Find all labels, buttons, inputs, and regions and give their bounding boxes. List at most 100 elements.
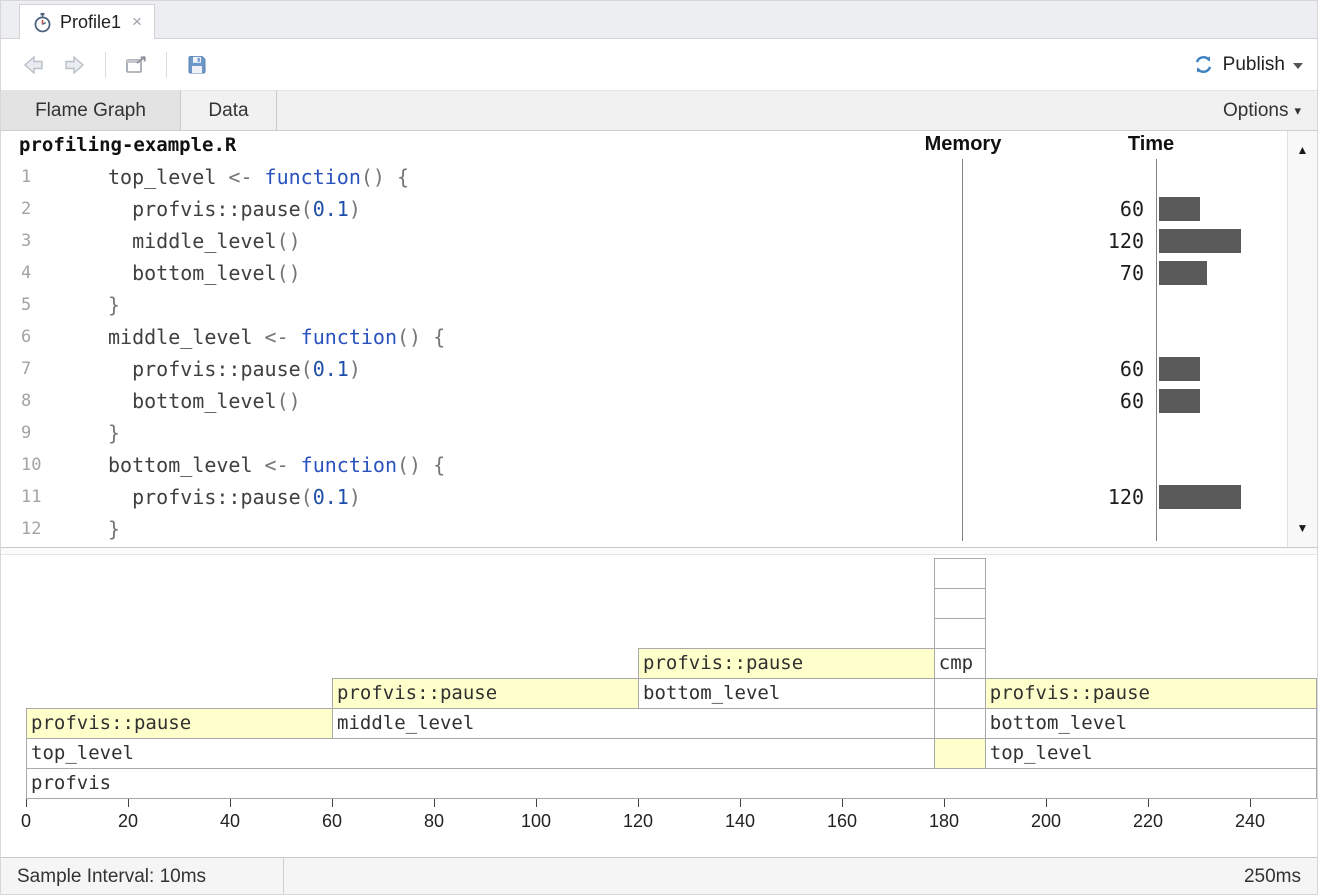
axis-tick-label: 160 [827,811,857,832]
profvis-window: Profile1 × [0,0,1318,895]
code-header: profiling-example.R Memory Time [1,131,1287,161]
options-label: Options [1223,100,1288,122]
tab-title: Profile1 [60,12,121,33]
flame-block[interactable] [934,738,986,769]
axis-tick [638,799,639,807]
code-text: top_level <- function() { [108,161,409,193]
code-line[interactable]: 12} [1,513,1287,545]
toolbar-separator [105,52,106,78]
code-line[interactable]: 1top_level <- function() { [1,161,1287,193]
tab-flame-graph[interactable]: Flame Graph [1,91,181,130]
code-text: middle_level() [108,225,301,257]
line-number: 8 [21,385,31,417]
options-button[interactable]: Options ▾ [1223,91,1301,130]
code-text: profvis::pause(0.1) [108,353,361,385]
time-bar [1159,485,1241,509]
axis-tick-label: 140 [725,811,755,832]
axis-tick-label: 200 [1031,811,1061,832]
axis-tick [1148,799,1149,807]
time-bar [1159,261,1207,285]
code-line[interactable]: 9} [1,417,1287,449]
flame-block-profvis-pause[interactable]: profvis::pause [26,708,333,739]
vertical-scrollbar[interactable]: ▲ ▼ [1287,131,1317,547]
flame-rows: profvis::pausecmpprofvis::pausebottom_le… [1,558,1317,800]
flame-block-label: profvis::pause [639,649,934,678]
flame-block-label: profvis::pause [986,679,1317,708]
flame-block-profvis-pause[interactable]: profvis::pause [985,678,1317,709]
memory-column-header: Memory [925,133,1002,156]
code-lines: 1top_level <- function() {2 profvis::pau… [1,161,1287,545]
back-arrow-icon[interactable] [17,49,49,81]
code-text: middle_level <- function() { [108,321,445,353]
flame-block-cmp[interactable]: cmp [934,648,986,679]
code-text: } [108,513,120,545]
forward-arrow-icon[interactable] [59,49,91,81]
axis-tick-label: 100 [521,811,551,832]
publish-button[interactable]: Publish [1192,39,1303,90]
flame-block[interactable] [934,708,986,739]
code-line[interactable]: 5} [1,289,1287,321]
publish-label: Publish [1223,54,1285,76]
axis-tick [26,799,27,807]
tab-data[interactable]: Data [181,91,277,130]
line-number: 6 [21,321,31,353]
time-value: 120 [1031,225,1144,257]
flame-block-top-level[interactable]: top_level [985,738,1317,769]
close-icon[interactable]: × [132,12,142,32]
tab-profile1[interactable]: Profile1 × [19,4,155,39]
time-bar [1159,357,1200,381]
flame-block-bottom-level[interactable]: bottom_level [985,708,1317,739]
flame-block-label: bottom_level [639,679,934,708]
flame-block-bottom-level[interactable]: bottom_level [638,678,935,709]
toolbar-left-group [17,39,213,90]
scroll-up-arrow-icon[interactable]: ▲ [1288,135,1317,165]
code-text: } [108,417,120,449]
line-number: 5 [21,289,31,321]
line-number: 7 [21,353,31,385]
code-line[interactable]: 6 middle_level <- function() { [1,321,1287,353]
flame-block-label: bottom_level [986,709,1317,738]
scroll-down-arrow-icon[interactable]: ▼ [1288,513,1317,543]
axis-tick [230,799,231,807]
flame-block[interactable] [934,588,986,619]
flame-block-label: profvis [27,769,1316,798]
line-number: 4 [21,257,31,289]
code-line[interactable]: 7 profvis::pause(0.1)60 [1,353,1287,385]
flame-block[interactable] [934,618,986,649]
flame-block-middle-level[interactable]: middle_level [332,708,935,739]
time-value: 60 [1031,385,1144,417]
axis-tick [740,799,741,807]
flame-block-label: cmp [935,649,985,678]
code-line[interactable]: 8 bottom_level()60 [1,385,1287,417]
flame-block[interactable] [934,678,986,709]
time-bar [1159,197,1200,221]
tab-flame-graph-label: Flame Graph [35,100,146,122]
status-bar: Sample Interval: 10ms 250ms [1,857,1317,895]
code-line[interactable]: 11 profvis::pause(0.1)120 [1,481,1287,513]
code-line[interactable]: 3 middle_level() 120 [1,225,1287,257]
flame-block-profvis-pause[interactable]: profvis::pause [332,678,639,709]
line-number: 3 [21,225,31,257]
code-text: } [108,289,120,321]
flame-block[interactable] [934,558,986,589]
flame-block-top-level[interactable]: top_level [26,738,935,769]
panel-splitter[interactable] [1,547,1317,555]
axis-tick [842,799,843,807]
sample-interval-label: Sample Interval: 10ms [1,858,284,895]
code-line[interactable]: 2 profvis::pause(0.1)60 [1,193,1287,225]
flame-graph-panel: profvis::pausecmpprofvis::pausebottom_le… [1,555,1317,857]
filename-label: profiling-example.R [19,134,236,156]
save-icon[interactable] [181,49,213,81]
code-line[interactable]: 4 bottom_level()70 [1,257,1287,289]
code-line[interactable]: 10bottom_level <- function() { [1,449,1287,481]
code-text: bottom_level <- function() { [108,449,445,481]
flame-block-profvis[interactable]: profvis [26,768,1317,799]
axis-tick [536,799,537,807]
axis-tick-label: 240 [1235,811,1265,832]
flame-block-profvis-pause[interactable]: profvis::pause [638,648,935,679]
flame-block-label: middle_level [333,709,934,738]
flame-block-label: profvis::pause [333,679,638,708]
axis-tick [944,799,945,807]
toolbar: Publish [1,39,1317,91]
show-in-new-window-icon[interactable] [120,49,152,81]
